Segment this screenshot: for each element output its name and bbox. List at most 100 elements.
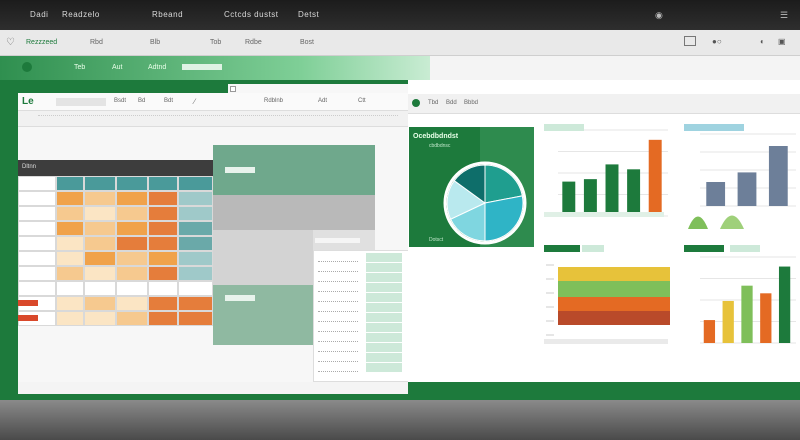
table-cell[interactable] [318, 313, 358, 322]
grid-cell[interactable] [178, 281, 213, 296]
grid-cell[interactable] [148, 191, 178, 206]
ribbon-tab[interactable]: Teb [74, 64, 85, 71]
help-icon[interactable]: ◐ [760, 37, 765, 46]
grid-cell[interactable] [56, 296, 84, 311]
table-cell[interactable] [366, 323, 402, 332]
grid-cell[interactable] [84, 176, 116, 191]
table-cell[interactable] [366, 363, 402, 372]
table-cell[interactable] [318, 293, 358, 302]
heart-icon[interactable]: ♡ [6, 37, 15, 48]
title-item[interactable]: Rbeand [152, 10, 183, 19]
grid-cell[interactable] [56, 191, 84, 206]
table-cell[interactable] [318, 283, 358, 292]
toolbar-item[interactable]: Rdblnb [264, 98, 283, 104]
grid-cell[interactable] [148, 176, 178, 191]
grid-cell[interactable] [56, 266, 84, 281]
table-cell[interactable] [318, 303, 358, 312]
grid-cell[interactable] [148, 311, 178, 326]
grid-cell[interactable] [148, 206, 178, 221]
toolbar-item[interactable]: Adt [318, 98, 327, 104]
toolbar-field[interactable] [56, 98, 106, 106]
menu-item[interactable]: Blb [150, 39, 160, 46]
title-item[interactable]: Dadi [30, 10, 48, 19]
settings-icon[interactable]: ◉ [655, 10, 663, 21]
formula-input[interactable] [38, 115, 398, 123]
grid-cell[interactable] [116, 176, 148, 191]
grid-cell[interactable] [116, 221, 148, 236]
grid-cell[interactable] [178, 311, 213, 326]
grid-cell[interactable] [178, 236, 213, 251]
grid-cell[interactable] [148, 296, 178, 311]
table-cell[interactable] [318, 323, 358, 332]
table-cell[interactable] [366, 333, 402, 342]
grid-cell[interactable] [148, 236, 178, 251]
grid-cell[interactable] [18, 266, 56, 281]
grid-cell[interactable] [148, 221, 178, 236]
table-cell[interactable] [318, 273, 358, 282]
grid-cell[interactable] [84, 311, 116, 326]
grid-cell[interactable] [178, 191, 213, 206]
grid-cell[interactable] [84, 281, 116, 296]
app-icon[interactable] [22, 62, 32, 72]
ribbon-tab[interactable]: Aut [112, 64, 123, 71]
table-cell[interactable] [318, 343, 358, 352]
dashboard-tab[interactable]: Bdd [446, 100, 457, 106]
grid-cell[interactable] [18, 221, 56, 236]
grid-cell[interactable] [56, 281, 84, 296]
title-item[interactable]: Readzelo [62, 10, 100, 19]
camera-icon[interactable]: ▣ [778, 37, 786, 46]
table-cell[interactable] [318, 333, 358, 342]
grid-cell[interactable] [116, 311, 148, 326]
title-item[interactable]: Cctcds dustst [224, 10, 279, 19]
grid-cell[interactable] [178, 206, 213, 221]
dashboard-tab[interactable]: Bbbd [464, 100, 478, 106]
grid-cell[interactable] [116, 236, 148, 251]
ribbon-field[interactable] [182, 64, 222, 70]
grid-cell[interactable] [84, 266, 116, 281]
table-cell[interactable] [318, 353, 358, 362]
chart-icon[interactable]: ∕ [194, 97, 195, 106]
table-cell[interactable] [366, 353, 402, 362]
grid-cell[interactable] [56, 311, 84, 326]
checkbox[interactable] [230, 86, 236, 92]
table-cell[interactable] [318, 363, 358, 372]
table-cell[interactable] [366, 303, 402, 312]
grid-cell[interactable] [148, 266, 178, 281]
grid-cell[interactable] [84, 206, 116, 221]
toolbar-item[interactable]: Bd [138, 98, 145, 104]
menu-item[interactable]: Rezzzeed [26, 39, 57, 46]
table-cell[interactable] [366, 263, 402, 272]
grid-cell[interactable] [84, 221, 116, 236]
table-cell[interactable] [366, 253, 402, 262]
table-cell[interactable] [366, 273, 402, 282]
window-icon[interactable] [684, 36, 696, 46]
menu-item[interactable]: Rbd [90, 39, 103, 46]
grid-cell[interactable] [84, 296, 116, 311]
grid-cell[interactable] [18, 281, 56, 296]
grid-cell[interactable] [116, 251, 148, 266]
table-cell[interactable] [366, 293, 402, 302]
toolbar-item[interactable]: Bdt [164, 98, 173, 104]
grid-cell[interactable] [18, 206, 56, 221]
grid-cell[interactable] [178, 221, 213, 236]
dashboard-tab[interactable]: Tbd [428, 100, 438, 106]
menu-item[interactable]: Tob [210, 39, 221, 46]
sheet-tabs[interactable] [18, 382, 408, 394]
title-item[interactable]: Detst [298, 10, 319, 19]
grid-cell[interactable] [18, 251, 56, 266]
table-cell[interactable] [318, 263, 358, 272]
grid-cell[interactable] [178, 266, 213, 281]
grid-cell[interactable] [18, 236, 56, 251]
user-icon[interactable]: ●○ [712, 37, 722, 46]
dashboard-icon[interactable] [412, 99, 420, 107]
grid-cell[interactable] [116, 191, 148, 206]
table-cell[interactable] [318, 253, 358, 262]
grid-cell[interactable] [116, 206, 148, 221]
table-cell[interactable] [366, 283, 402, 292]
toolbar-item[interactable]: Bsdt [114, 98, 126, 104]
menu-item[interactable]: Bost [300, 39, 314, 46]
grid-cell[interactable] [18, 191, 56, 206]
grid-cell[interactable] [116, 266, 148, 281]
grid-cell[interactable] [56, 206, 84, 221]
grid-cell[interactable] [56, 236, 84, 251]
